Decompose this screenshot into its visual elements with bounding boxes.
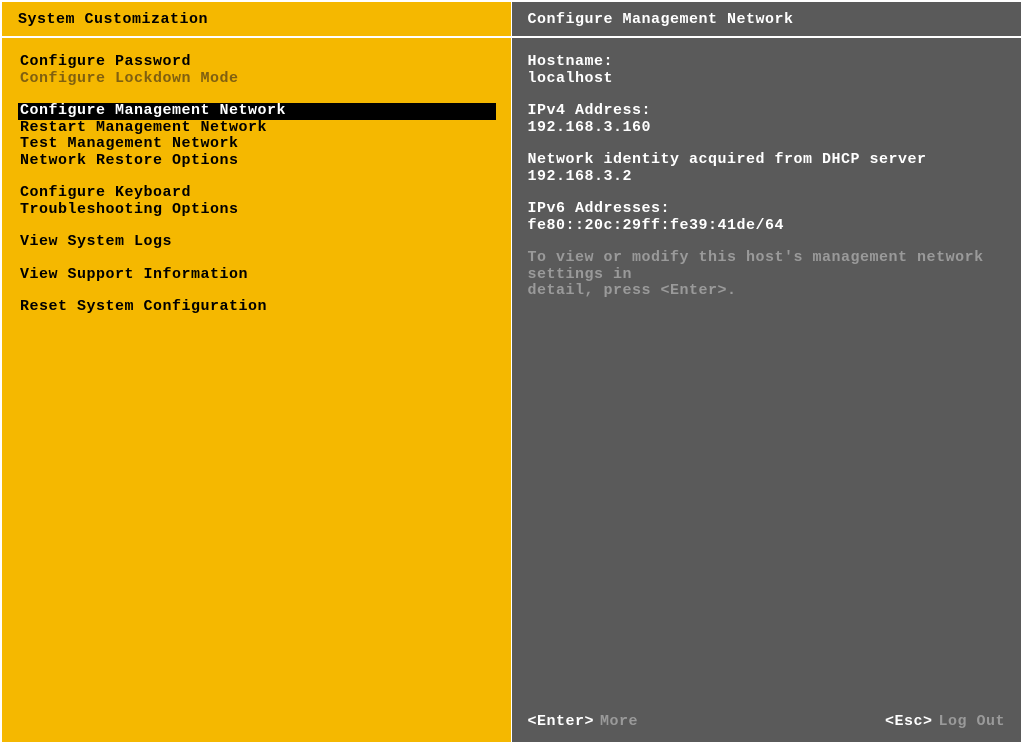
menu-item-troubleshooting-options[interactable]: Troubleshooting Options: [18, 202, 495, 219]
left-panel: System Customization Configure PasswordC…: [2, 2, 512, 742]
ipv6-value: fe80::20c:29ff:fe39:41de/64: [528, 218, 1006, 235]
menu-group: View Support Information: [18, 267, 495, 284]
menu-item-configure-management-network[interactable]: Configure Management Network: [18, 103, 496, 120]
dhcp-note-block: Network identity acquired from DHCP serv…: [528, 152, 1006, 185]
right-panel: Configure Management Network Hostname: l…: [512, 2, 1022, 742]
help-line-2: detail, press <Enter>.: [528, 283, 1006, 300]
ipv4-block: IPv4 Address: 192.168.3.160: [528, 103, 1006, 136]
enter-hint[interactable]: <Enter> More: [528, 713, 639, 730]
right-panel-title: Configure Management Network: [528, 11, 794, 28]
menu-group: Configure Management NetworkRestart Mana…: [18, 103, 495, 169]
footer-bar: <Enter> More <Esc> Log Out: [512, 700, 1022, 742]
menu-group: Configure PasswordConfigure Lockdown Mod…: [18, 54, 495, 87]
menu-item-configure-keyboard[interactable]: Configure Keyboard: [18, 185, 495, 202]
esc-action-label: Log Out: [938, 713, 1005, 730]
menu-item-restart-management-network[interactable]: Restart Management Network: [18, 120, 495, 137]
ipv6-block: IPv6 Addresses: fe80::20c:29ff:fe39:41de…: [528, 201, 1006, 234]
left-panel-header: System Customization: [2, 2, 511, 38]
menu-item-configure-lockdown-mode: Configure Lockdown Mode: [18, 71, 495, 88]
ipv6-label: IPv6 Addresses:: [528, 201, 1006, 218]
ipv4-value: 192.168.3.160: [528, 120, 1006, 137]
main-container: System Customization Configure PasswordC…: [0, 0, 1023, 744]
menu-list: Configure PasswordConfigure Lockdown Mod…: [2, 38, 511, 742]
hostname-label: Hostname:: [528, 54, 1006, 71]
menu-item-test-management-network[interactable]: Test Management Network: [18, 136, 495, 153]
menu-item-configure-password[interactable]: Configure Password: [18, 54, 495, 71]
menu-group: Reset System Configuration: [18, 299, 495, 316]
help-line-1: To view or modify this host's management…: [528, 250, 1006, 283]
esc-hint[interactable]: <Esc> Log Out: [885, 713, 1005, 730]
menu-item-view-system-logs[interactable]: View System Logs: [18, 234, 495, 251]
menu-group: View System Logs: [18, 234, 495, 251]
help-text: To view or modify this host's management…: [528, 250, 1006, 300]
ipv4-label: IPv4 Address:: [528, 103, 1006, 120]
enter-key-label: <Enter>: [528, 713, 595, 730]
detail-pane: Hostname: localhost IPv4 Address: 192.16…: [512, 38, 1022, 700]
hostname-value: localhost: [528, 71, 1006, 88]
menu-item-view-support-information[interactable]: View Support Information: [18, 267, 495, 284]
right-panel-header: Configure Management Network: [512, 2, 1022, 38]
hostname-block: Hostname: localhost: [528, 54, 1006, 87]
menu-item-reset-system-configuration[interactable]: Reset System Configuration: [18, 299, 495, 316]
esc-key-label: <Esc>: [885, 713, 933, 730]
menu-group: Configure KeyboardTroubleshooting Option…: [18, 185, 495, 218]
menu-item-network-restore-options[interactable]: Network Restore Options: [18, 153, 495, 170]
left-panel-title: System Customization: [18, 11, 208, 28]
dhcp-note: Network identity acquired from DHCP serv…: [528, 152, 1006, 185]
enter-action-label: More: [600, 713, 638, 730]
